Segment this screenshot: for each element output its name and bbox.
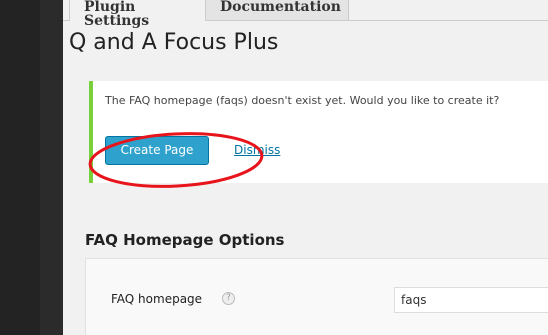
notice-message: The FAQ homepage (faqs) doesn't exist ye… xyxy=(105,94,500,107)
options-heading: FAQ Homepage Options xyxy=(85,231,285,249)
tab-plugin-settings[interactable]: Plugin Settings xyxy=(69,0,206,28)
create-page-button[interactable]: Create Page xyxy=(105,136,209,165)
options-panel: FAQ homepage ? xyxy=(85,258,548,335)
tab-bar: Plugin Settings Documentation xyxy=(63,0,548,28)
notice-box: The FAQ homepage (faqs) doesn't exist ye… xyxy=(88,81,548,188)
admin-sidebar xyxy=(0,0,40,335)
faq-homepage-label: FAQ homepage xyxy=(111,292,203,306)
page-title: Q and A Focus Plus xyxy=(69,30,279,55)
sidebar-edge xyxy=(40,0,63,335)
main-content: Plugin Settings Documentation Q and A Fo… xyxy=(63,0,548,335)
help-icon[interactable]: ? xyxy=(222,292,235,305)
faq-homepage-input[interactable] xyxy=(394,287,548,313)
dismiss-link[interactable]: Dismiss xyxy=(234,143,280,157)
tab-documentation[interactable]: Documentation xyxy=(206,0,349,20)
